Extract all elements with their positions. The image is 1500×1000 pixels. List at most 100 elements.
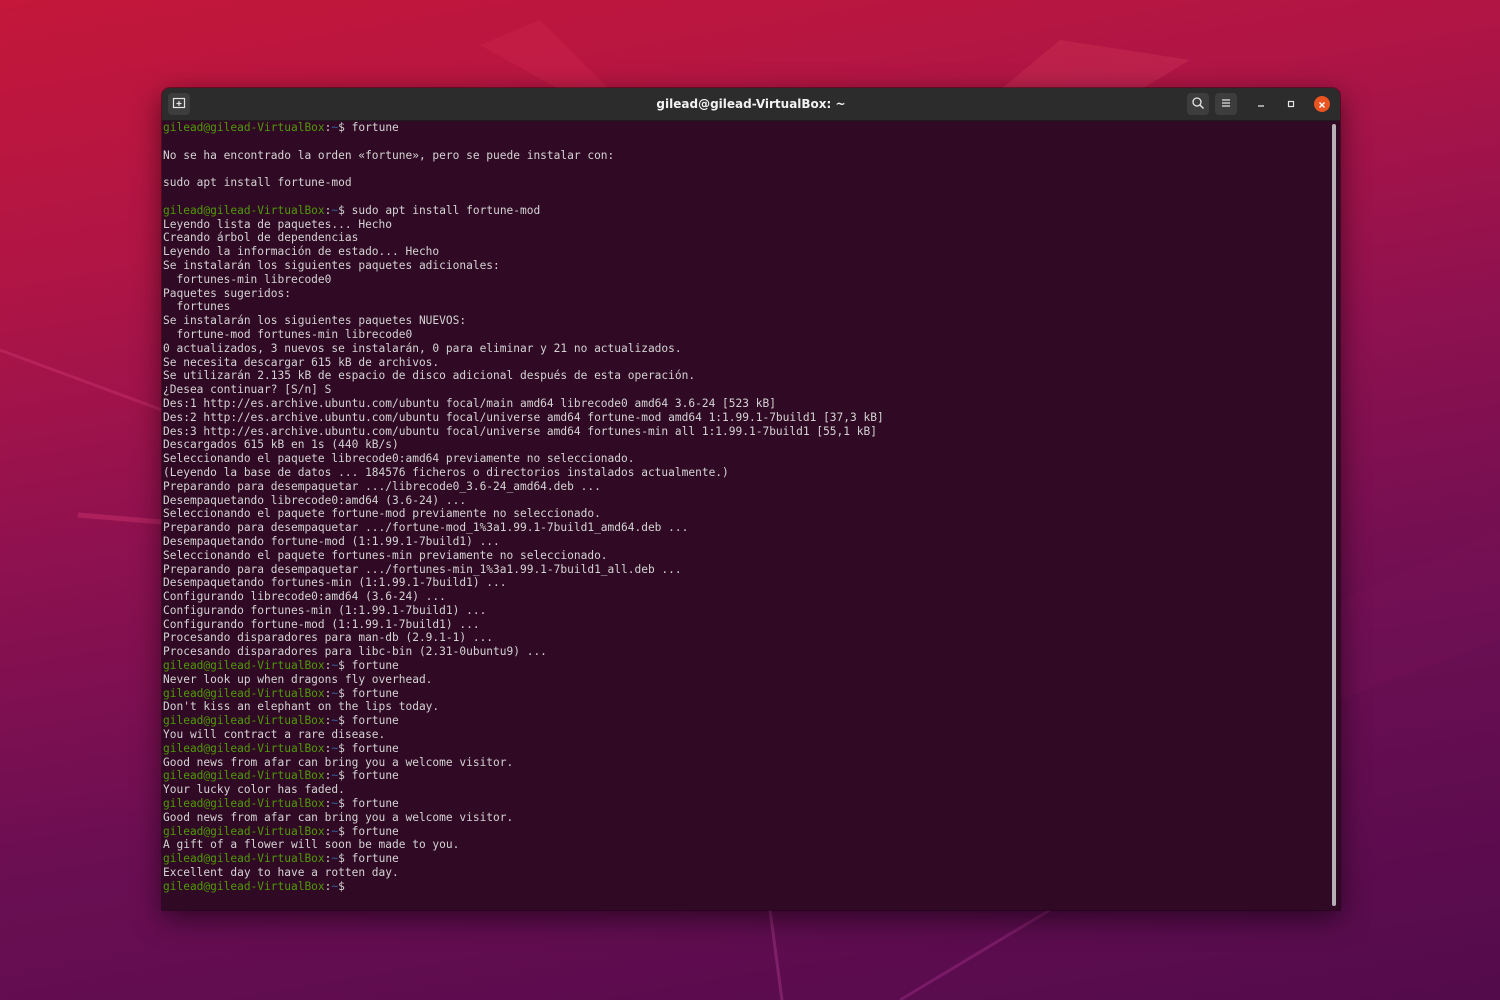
command-text: fortune — [351, 797, 399, 811]
output-line: fortune-mod fortunes-min librecode0 — [163, 327, 413, 341]
maximize-icon — [1285, 95, 1297, 114]
prompt-line: gilead@gilead-VirtualBox:~$ fortune — [163, 742, 1330, 756]
command-text: fortune — [351, 769, 399, 783]
minimize-button[interactable] — [1250, 93, 1272, 115]
output-line: Configurando fortunes-min (1:1.99.1-7bui… — [163, 603, 487, 617]
prompt-user: gilead@gilead-VirtualBox — [163, 121, 325, 134]
prompt-symbol: $ — [338, 121, 352, 134]
prompt-symbol: $ — [338, 686, 352, 700]
prompt-symbol: $ — [338, 659, 352, 673]
output-line: Se necesita descargar 615 kB de archivos… — [163, 355, 440, 369]
search-icon — [1191, 95, 1205, 114]
prompt-symbol: $ — [338, 714, 352, 728]
output-line: Se utilizarán 2.135 kB de espacio de dis… — [163, 369, 696, 383]
prompt-symbol: $ — [338, 797, 352, 811]
command-text: fortune — [351, 824, 399, 838]
output-line: Good news from afar can bring you a welc… — [163, 810, 514, 824]
output-line: Se instalarán los siguientes paquetes NU… — [163, 314, 467, 328]
prompt-line: gilead@gilead-VirtualBox:~$ fortune — [163, 714, 1330, 728]
prompt-symbol: $ — [338, 741, 352, 755]
output-line: Configurando librecode0:amd64 (3.6-24) .… — [163, 590, 446, 604]
command-text: fortune — [351, 714, 399, 728]
output-line: Leyendo la información de estado... Hech… — [163, 245, 440, 259]
prompt-line: gilead@gilead-VirtualBox:~$ fortune — [163, 687, 1330, 701]
command-text: fortune — [351, 121, 399, 134]
output-line: 0 actualizados, 3 nuevos se instalarán, … — [163, 341, 682, 355]
search-button[interactable] — [1187, 93, 1209, 115]
output-line: (Leyendo la base de datos ... 184576 fic… — [163, 465, 729, 479]
prompt-symbol: $ — [338, 852, 352, 866]
prompt-line: gilead@gilead-VirtualBox:~$ fortune — [163, 852, 1330, 866]
prompt-line: gilead@gilead-VirtualBox:~$ fortune — [163, 769, 1330, 783]
prompt-user: gilead@gilead-VirtualBox — [163, 879, 325, 893]
command-text: fortune — [351, 659, 399, 673]
output-line: Seleccionando el paquete fortune-mod pre… — [163, 507, 601, 521]
output-line: fortunes — [163, 300, 231, 314]
output-line: Seleccionando el paquete fortunes-min pr… — [163, 548, 608, 562]
terminal-scrollbar[interactable] — [1332, 124, 1336, 906]
prompt-user: gilead@gilead-VirtualBox — [163, 203, 325, 217]
maximize-button[interactable] — [1280, 93, 1302, 115]
prompt-user: gilead@gilead-VirtualBox — [163, 769, 325, 783]
command-text: fortune — [351, 852, 399, 866]
command-text: sudo apt install fortune-mod — [351, 203, 541, 217]
output-line: Excellent day to have a rotten day. — [163, 866, 399, 880]
command-text: fortune — [351, 686, 399, 700]
output-line: Des:1 http://es.archive.ubuntu.com/ubunt… — [163, 396, 776, 410]
output-line: Seleccionando el paquete librecode0:amd6… — [163, 452, 635, 466]
prompt-symbol: $ — [338, 824, 352, 838]
output-line: Descargados 615 kB en 1s (440 kB/s) — [163, 438, 399, 452]
output-line: Procesando disparadores para man-db (2.9… — [163, 631, 494, 645]
terminal-window[interactable]: gilead@gilead-VirtualBox: ~ gilead@gilea… — [162, 88, 1340, 910]
minimize-icon — [1255, 95, 1267, 114]
prompt-line: gilead@gilead-VirtualBox:~$ fortune — [163, 121, 1330, 135]
close-icon — [1317, 95, 1327, 114]
window-title: gilead@gilead-VirtualBox: ~ — [656, 97, 846, 111]
output-line: Configurando fortune-mod (1:1.99.1-7buil… — [163, 617, 480, 631]
output-line: Preparando para desempaquetar .../fortun… — [163, 562, 682, 576]
close-button[interactable] — [1314, 96, 1330, 112]
output-line: Preparando para desempaquetar .../fortun… — [163, 521, 689, 535]
output-line: Desempaquetando librecode0:amd64 (3.6-24… — [163, 493, 467, 507]
output-line: Se instalarán los siguientes paquetes ad… — [163, 258, 500, 272]
output-line: You will contract a rare disease. — [163, 728, 386, 742]
prompt-line: gilead@gilead-VirtualBox:~$ fortune — [163, 797, 1330, 811]
titlebar[interactable]: gilead@gilead-VirtualBox: ~ — [162, 88, 1340, 121]
output-line: A gift of a flower will soon be made to … — [163, 838, 460, 852]
prompt-symbol: $ — [338, 879, 352, 893]
output-line: sudo apt install fortune-mod — [163, 176, 352, 190]
output-line: fortunes-min librecode0 — [163, 272, 332, 286]
output-line: ¿Desea continuar? [S/n] S — [163, 383, 332, 397]
output-line: Preparando para desempaquetar .../librec… — [163, 479, 601, 493]
output-line: Creando árbol de dependencias — [163, 231, 359, 245]
prompt-line: gilead@gilead-VirtualBox:~$ fortune — [163, 659, 1330, 673]
prompt-user: gilead@gilead-VirtualBox — [163, 741, 325, 755]
prompt-line: gilead@gilead-VirtualBox:~$ fortune — [163, 825, 1330, 839]
output-line: Desempaquetando fortune-mod (1:1.99.1-7b… — [163, 534, 500, 548]
prompt-symbol: $ — [338, 769, 352, 783]
output-line: Never look up when dragons fly overhead. — [163, 672, 433, 686]
prompt-line: gilead@gilead-VirtualBox:~$ — [163, 880, 1330, 894]
output-line: Good news from afar can bring you a welc… — [163, 755, 514, 769]
prompt-symbol: $ — [338, 203, 352, 217]
output-line: Des:3 http://es.archive.ubuntu.com/ubunt… — [163, 424, 877, 438]
prompt-user: gilead@gilead-VirtualBox — [163, 686, 325, 700]
output-line: No se ha encontrado la orden «fortune», … — [163, 148, 615, 162]
prompt-user: gilead@gilead-VirtualBox — [163, 852, 325, 866]
terminal-output[interactable]: gilead@gilead-VirtualBox:~$ fortune No se… — [162, 121, 1330, 910]
output-line: Your lucky color has faded. — [163, 783, 345, 797]
prompt-user: gilead@gilead-VirtualBox — [163, 824, 325, 838]
output-line: Procesando disparadores para libc-bin (2… — [163, 645, 547, 659]
command-text: fortune — [351, 741, 399, 755]
menu-button[interactable] — [1215, 93, 1237, 115]
prompt-user: gilead@gilead-VirtualBox — [163, 659, 325, 673]
output-line: Paquetes sugeridos: — [163, 286, 291, 300]
prompt-user: gilead@gilead-VirtualBox — [163, 714, 325, 728]
prompt-user: gilead@gilead-VirtualBox — [163, 797, 325, 811]
prompt-line: gilead@gilead-VirtualBox:~$ sudo apt ins… — [163, 204, 1330, 218]
output-line: Leyendo lista de paquetes... Hecho — [163, 217, 393, 231]
output-line: Don't kiss an elephant on the lips today… — [163, 700, 440, 714]
